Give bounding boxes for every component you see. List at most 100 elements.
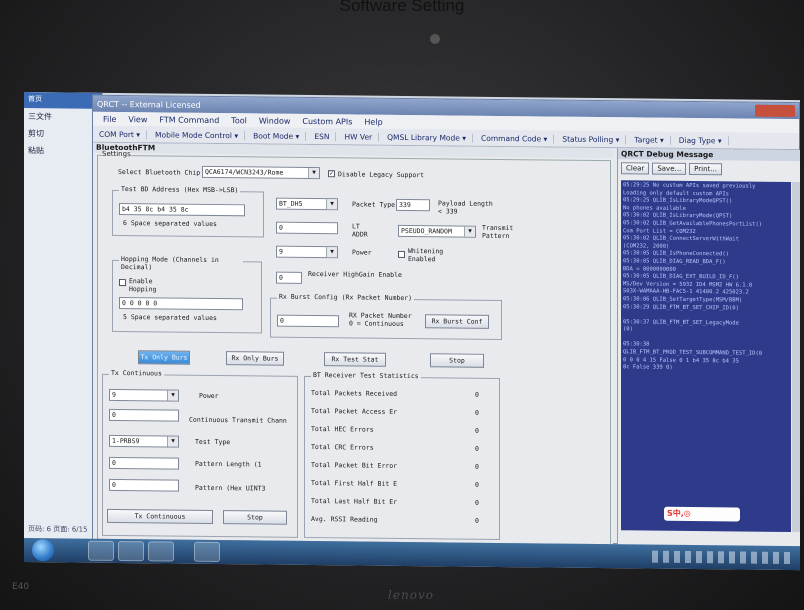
power-select[interactable]: 9 ▼: [276, 245, 338, 259]
webcam-icon: [430, 34, 440, 44]
rx-burst-conf-button[interactable]: Rx Burst Conf: [425, 314, 489, 329]
transmit-pattern-value: PSEUDO_RANDOM: [401, 226, 452, 236]
rx-only-burst-button[interactable]: Rx Only Burs: [226, 351, 284, 366]
laptop-screen: 首页 三文件 剪切 粘贴 页码: 6 页面: 6/15 QRCT -- Exte…: [24, 92, 800, 571]
toolbar-com-port[interactable]: COM Port ▾: [99, 129, 148, 139]
tx-power-select[interactable]: 9 ▼: [109, 388, 179, 402]
stop-button[interactable]: Stop: [430, 353, 484, 368]
host-paste[interactable]: 粘贴: [24, 142, 102, 160]
tx-power-label: Power: [199, 391, 219, 401]
chip-select[interactable]: QCA6174/WCN3243/Rome ▼: [202, 165, 320, 180]
toolbar-hw-ver[interactable]: HW Ver: [344, 131, 380, 142]
pattern-hex-input[interactable]: 0: [109, 478, 179, 492]
debug-buttons: Clear Save... Print...: [618, 159, 800, 179]
enable-hopping-label: Enable Hopping: [129, 277, 157, 294]
toolbar-boot-mode[interactable]: Boot Mode ▾: [253, 130, 307, 141]
packet-type-value: BT_DH5: [279, 199, 303, 208]
print-button[interactable]: Print...: [689, 162, 722, 176]
rx-burst-group: Rx Burst Config (Rx Packet Number) 0 RX …: [270, 292, 502, 341]
receiver-high-gain-input[interactable]: 0: [276, 271, 302, 284]
debug-scrollbar[interactable]: [792, 182, 800, 533]
debug-log[interactable]: 05:29:25 No custom APIs saved previously…: [621, 180, 791, 533]
transmit-pattern-select[interactable]: PSEUDO_RANDOM ▼: [398, 224, 476, 238]
menu-window[interactable]: Window: [259, 116, 291, 125]
toolbar-esn[interactable]: ESN: [314, 131, 337, 141]
hopping-channels-input[interactable]: 0 0 0 0 0: [119, 296, 243, 311]
rx-stats-group: BT Receiver Test Statistics Total Packet…: [304, 371, 500, 540]
rx-stat-value: 0: [475, 462, 479, 471]
toolbar-diag-type[interactable]: Diag Type ▾: [678, 135, 729, 145]
start-button[interactable]: [32, 539, 54, 562]
menu-view[interactable]: View: [128, 115, 147, 124]
taskbar-app-icon[interactable]: [194, 541, 220, 563]
close-icon[interactable]: [755, 104, 795, 118]
save-button[interactable]: Save...: [652, 162, 687, 175]
system-tray[interactable]: [652, 550, 792, 565]
debug-title: QRCT Debug Message: [618, 148, 800, 162]
chip-select-value: QCA6174/WCN3243/Rome: [205, 167, 284, 177]
payload-length-input[interactable]: 339: [396, 198, 430, 212]
rx-stat-label: Avg. RSSI Reading: [311, 515, 378, 524]
taskbar-app-icon[interactable]: [118, 540, 144, 562]
select-chip-label: Select Bluetooth Chip: [118, 167, 201, 177]
lt-addr-label: LT ADDR: [352, 222, 368, 239]
rx-stat-label: Total Packet Bit Error: [311, 461, 398, 470]
host-tab[interactable]: 首页: [24, 92, 102, 109]
menu-file[interactable]: File: [103, 114, 116, 123]
rx-stat-value: 0: [475, 390, 479, 399]
tx-test-type-select[interactable]: 1-PRBS9 ▼: [109, 434, 179, 448]
menu-ftm-command[interactable]: FTM Command: [159, 115, 219, 125]
tx-power-value: 9: [112, 390, 116, 399]
settings-group: Settings Select Bluetooth Chip QCA6174/W…: [97, 149, 611, 546]
lt-addr-input[interactable]: 0: [276, 221, 338, 235]
rx-packet-number-input[interactable]: 0: [277, 314, 339, 328]
rx-stats-legend: BT Receiver Test Statistics: [311, 371, 421, 381]
ime-toolbar[interactable]: S中,◎: [664, 506, 740, 522]
host-menu[interactable]: 三文件: [24, 108, 102, 126]
menu-help[interactable]: Help: [364, 117, 382, 126]
tx-only-burst-button[interactable]: Tx Only Burs: [138, 350, 190, 365]
rx-stat-label: Total Packets Received: [311, 389, 398, 398]
tx-channel-input[interactable]: 0: [109, 408, 179, 422]
toolbar-mobile-mode[interactable]: Mobile Mode Control ▾: [155, 129, 246, 140]
hopping-legend: Hopping Mode (Channels in Decimal): [119, 254, 243, 273]
settings-legend: Settings: [102, 149, 131, 159]
bluetooth-ftm-panel: BluetoothFTM Settings Select Bluetooth C…: [93, 142, 613, 546]
menu-custom-apis[interactable]: Custom APIs: [302, 116, 352, 126]
chevron-down-icon: ▼: [167, 436, 178, 447]
receiver-high-gain-label: Receiver HighGain Enable: [308, 269, 402, 279]
bd-address-input[interactable]: b4 35 8c b4 35 8c: [119, 202, 245, 217]
caption-text: Software Setting: [339, 0, 465, 15]
toolbar-command-code[interactable]: Command Code ▾: [481, 133, 555, 144]
taskbar-app-icon[interactable]: [148, 541, 174, 562]
taskbar-app-icon[interactable]: [88, 540, 114, 561]
rx-stat-label: Total Packet Access Er: [311, 407, 398, 416]
pattern-length-input[interactable]: 0: [109, 456, 179, 470]
rx-stat-label: Total HEC Errors: [311, 425, 374, 434]
host-cut[interactable]: 剪切: [24, 125, 102, 143]
whitening-label: Whitening Enabled: [408, 247, 444, 264]
toolbar-status-polling[interactable]: Status Polling ▾: [562, 134, 627, 144]
rx-stat-label: Total CRC Errors: [311, 443, 374, 452]
transmit-pattern-label: Transmit Pattern: [482, 223, 514, 241]
toolbar-qmsl-mode[interactable]: QMSL Library Mode ▾: [387, 132, 474, 143]
tx-channel-label: Continuous Transmit Chann: [189, 415, 287, 425]
menu-tool[interactable]: Tool: [231, 116, 247, 125]
packet-type-select[interactable]: BT_DH5 ▼: [276, 197, 338, 211]
rx-test-stat-button[interactable]: Rx Test Stat: [324, 352, 386, 367]
tx-continuous-stop-button[interactable]: Stop: [223, 510, 287, 525]
tx-test-type-value: 1-PRBS9: [112, 436, 140, 446]
clear-button[interactable]: Clear: [621, 162, 650, 175]
window-title: QRCT -- External Licensed: [97, 99, 201, 110]
whitening-checkbox[interactable]: [398, 250, 405, 258]
disable-legacy-checkbox[interactable]: ✓: [328, 170, 335, 178]
debug-panel: QRCT Debug Message Clear Save... Print..…: [617, 148, 800, 548]
toolbar-target[interactable]: Target ▾: [634, 134, 671, 145]
payload-length-label: Payload Length < 339: [438, 199, 493, 216]
enable-hopping-checkbox[interactable]: [119, 278, 126, 287]
rx-stat-label: Total First Half Bit E: [311, 479, 398, 488]
tx-continuous-button[interactable]: Tx Continuous: [107, 508, 213, 524]
chevron-down-icon: ▼: [167, 390, 178, 401]
hopping-group: Hopping Mode (Channels in Decimal) Enabl…: [112, 254, 262, 334]
chevron-down-icon: ▼: [326, 247, 337, 258]
